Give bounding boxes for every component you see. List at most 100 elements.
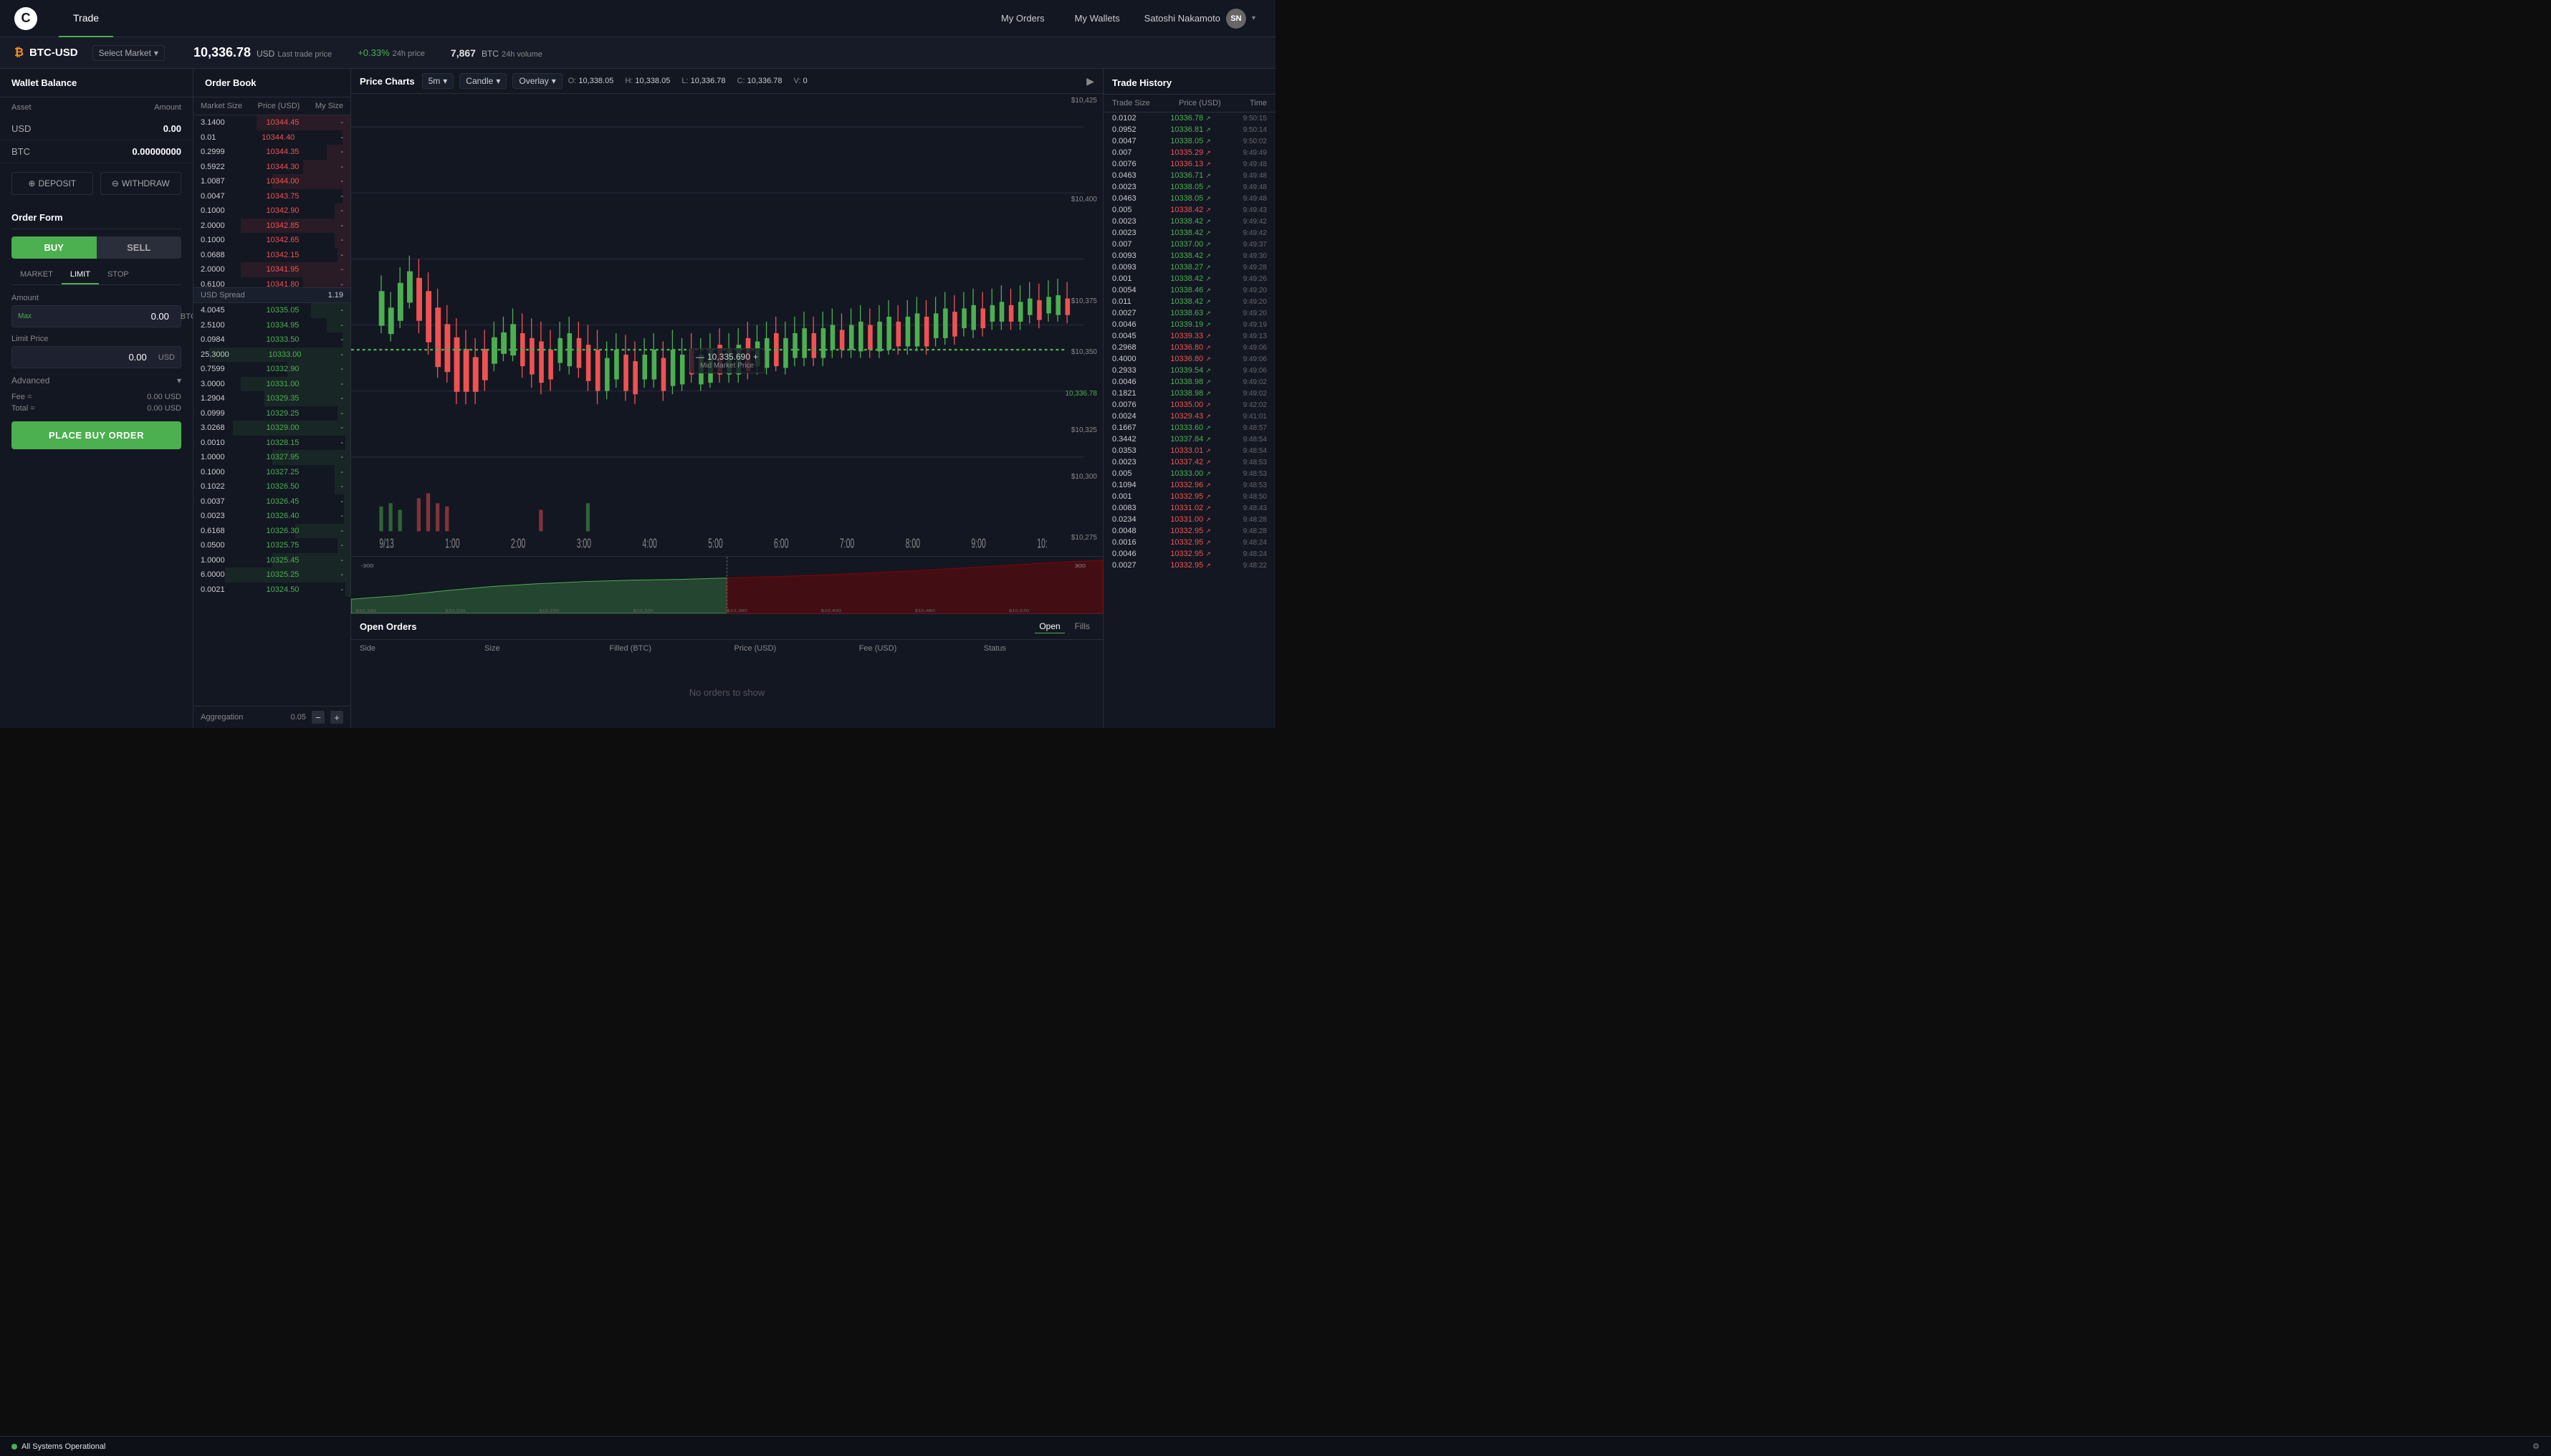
amount-label: Amount	[11, 294, 181, 302]
chart-type-dropdown[interactable]: Candle ▾	[459, 73, 507, 89]
c-stat: C: 10,336.78	[737, 77, 782, 85]
trade-time: 9:48:43	[1243, 504, 1267, 512]
tab-open[interactable]: Open	[1035, 620, 1064, 633]
overlay-dropdown[interactable]: Overlay ▾	[512, 73, 562, 89]
trade-history-row: 0.0045 10339.33 ↗ 9:49:13	[1104, 330, 1276, 342]
advanced-toggle[interactable]: Advanced ▾	[11, 375, 181, 385]
trade-size: 0.007	[1112, 148, 1148, 157]
col-side: Side	[360, 644, 470, 653]
buy-tab[interactable]: BUY	[11, 236, 97, 259]
asset-name-btc: BTC	[11, 146, 30, 157]
withdraw-label: WITHDRAW	[122, 178, 170, 188]
tab-fills[interactable]: Fills	[1071, 620, 1094, 633]
trade-price: 10338.63 ↗	[1170, 309, 1220, 317]
settings-icon[interactable]: ⚙	[2532, 1442, 2540, 1451]
amount-input[interactable]	[37, 306, 175, 327]
trade-size: 0.0102	[1112, 114, 1148, 123]
trade-price: 10335.29 ↗	[1170, 148, 1220, 157]
trade-history-row: 0.1667 10333.60 ↗ 9:48:57	[1104, 422, 1276, 434]
dropdown-arrow: ▾	[443, 76, 447, 86]
trade-size: 0.0023	[1112, 217, 1148, 226]
trade-time: 9:50:02	[1243, 138, 1267, 145]
trade-time: 9:48:53	[1243, 459, 1267, 466]
mid-price-annotation: — 10,335.690 + Mid Market Price	[689, 348, 765, 373]
price-low: $10,275	[1071, 534, 1097, 542]
deposit-label: DEPOSIT	[38, 178, 76, 188]
trade-price: 10338.05 ↗	[1170, 183, 1220, 191]
trade-size: 0.2968	[1112, 343, 1148, 352]
market-pair: ₿ BTC-USD	[14, 47, 78, 59]
trade-price: 10335.00 ↗	[1170, 401, 1220, 409]
trade-time: 9:48:28	[1243, 516, 1267, 524]
market-tab[interactable]: MARKET	[11, 266, 62, 284]
chart-title: Price Charts	[360, 76, 415, 87]
ob-columns: Market Size Price (USD) My Size	[193, 97, 350, 115]
trade-price: 10339.33 ↗	[1170, 332, 1220, 340]
trade-history-row: 0.0016 10332.95 ↗ 9:48:24	[1104, 537, 1276, 548]
open-orders-header: Open Orders Open Fills	[351, 614, 1103, 640]
ask-row: 0.299910344.35-	[193, 145, 350, 160]
trade-price: 10338.42 ↗	[1170, 206, 1220, 214]
timeframe-value: 5m	[429, 76, 441, 86]
my-orders-button[interactable]: My Orders	[990, 7, 1056, 29]
bids-list: 4.004510335.05- 2.510010334.95- 0.098410…	[193, 303, 350, 706]
limit-label: Limit Price	[11, 335, 181, 343]
trade-time: 9:48:57	[1243, 424, 1267, 432]
amount-field: Amount Max BTC	[11, 294, 181, 327]
trade-time: 9:49:37	[1243, 241, 1267, 249]
h-value: 10,338.05	[635, 77, 670, 85]
v-value: 0	[803, 77, 808, 85]
agg-minus-button[interactable]: −	[312, 711, 325, 724]
chart-panel: Price Charts 5m ▾ Candle ▾ Overlay ▾ O: …	[351, 69, 1104, 728]
col-asset: Asset	[11, 103, 32, 112]
col-filled: Filled (BTC)	[609, 644, 719, 653]
trade-price: 10336.81 ↗	[1170, 125, 1220, 134]
trade-time: 9:49:19	[1243, 321, 1267, 329]
select-market-button[interactable]: Select Market ▾	[92, 45, 165, 61]
bid-row: 0.002110324.50-	[193, 583, 350, 598]
bid-row: 4.004510335.05-	[193, 303, 350, 318]
pair-label: BTC-USD	[29, 47, 78, 59]
timeframe-dropdown[interactable]: 5m ▾	[422, 73, 454, 89]
trade-size: 0.1667	[1112, 423, 1148, 432]
dropdown-arrow: ▾	[496, 76, 500, 86]
stop-tab[interactable]: STOP	[99, 266, 138, 284]
bid-row: 1.290410329.35-	[193, 391, 350, 406]
trade-history-row: 0.0023 10338.42 ↗ 9:49:42	[1104, 227, 1276, 239]
my-wallets-button[interactable]: My Wallets	[1063, 7, 1131, 29]
place-order-button[interactable]: PLACE BUY ORDER	[11, 421, 181, 449]
deposit-button[interactable]: ⊕ DEPOSIT	[11, 172, 93, 195]
trade-time: 9:49:48	[1243, 183, 1267, 191]
l-value: 10,336.78	[691, 77, 726, 85]
trade-price: 10337.84 ↗	[1170, 435, 1220, 444]
chart-forward-icon[interactable]: ▶	[1086, 75, 1094, 87]
limit-input[interactable]	[12, 347, 153, 368]
ask-row: 2.000010341.95-	[193, 262, 350, 277]
trade-size: 0.0054	[1112, 286, 1148, 294]
trade-time: 9:49:42	[1243, 218, 1267, 226]
advanced-label: Advanced	[11, 375, 49, 385]
bid-row: 25.300010333.00-	[193, 348, 350, 363]
max-button[interactable]: Max	[12, 312, 37, 320]
trade-history-row: 0.0048 10332.95 ↗ 9:48:28	[1104, 525, 1276, 537]
avatar: SN	[1226, 9, 1246, 29]
limit-tab[interactable]: LIMIT	[62, 266, 99, 284]
wallet-header: Wallet Balance	[0, 69, 193, 97]
trade-history-row: 0.0076 10336.13 ↗ 9:49:48	[1104, 158, 1276, 170]
user-menu[interactable]: Satoshi Nakamoto SN ▾	[1139, 6, 1261, 32]
price-currency: USD	[257, 49, 274, 59]
mid-price-value: 10,335.690	[707, 352, 750, 362]
trade-price: 10338.42 ↗	[1170, 229, 1220, 237]
trade-history-row: 0.005 10333.00 ↗ 9:48:53	[1104, 468, 1276, 479]
c-value: 10,336.78	[747, 77, 782, 85]
withdraw-button[interactable]: ⊖ WITHDRAW	[100, 172, 182, 195]
sell-tab[interactable]: SELL	[97, 236, 182, 259]
bid-row: 0.100010327.25-	[193, 465, 350, 480]
trade-size: 0.0046	[1112, 378, 1148, 386]
trade-history-row: 0.007 10337.00 ↗ 9:49:37	[1104, 239, 1276, 250]
trade-history-list: 0.0102 10336.78 ↗ 9:50:15 0.0952 10336.8…	[1104, 112, 1276, 728]
agg-plus-button[interactable]: +	[330, 711, 343, 724]
trade-history-row: 0.0353 10333.01 ↗ 9:48:54	[1104, 445, 1276, 456]
trade-history-row: 0.011 10338.42 ↗ 9:49:20	[1104, 296, 1276, 307]
tab-trade[interactable]: Trade	[59, 0, 113, 37]
